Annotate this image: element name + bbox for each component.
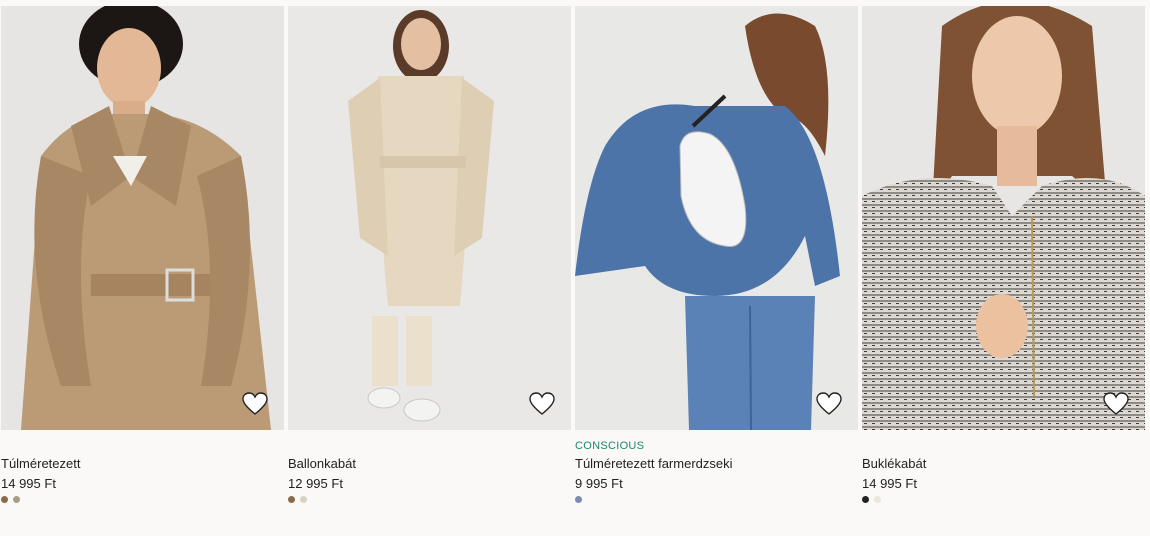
product-price: 12 995 Ft (288, 476, 343, 491)
product-card[interactable]: Túlméretezett 14 995 Ft (1, 6, 284, 530)
product-info: CONSCIOUS Túlméretezett farmerdzseki 9 9… (575, 430, 858, 530)
product-card[interactable]: Ballonkabát 12 995 Ft (288, 6, 571, 530)
color-swatch[interactable] (1, 496, 8, 503)
product-price: 14 995 Ft (1, 476, 56, 491)
product-name[interactable]: Buklékabát (862, 456, 926, 471)
heart-outline-icon[interactable] (816, 392, 842, 416)
product-info: Ballonkabát 12 995 Ft (288, 430, 571, 530)
color-swatch[interactable] (575, 496, 582, 503)
product-image[interactable] (1, 6, 284, 430)
heart-outline-icon[interactable] (242, 392, 268, 416)
product-badge: CONSCIOUS (575, 440, 645, 452)
product-name[interactable]: Túlméretezett farmerdzseki (575, 456, 733, 471)
color-swatches (1, 496, 20, 503)
heart-outline-icon[interactable] (1103, 392, 1129, 416)
color-swatch[interactable] (288, 496, 295, 503)
color-swatch[interactable] (300, 496, 307, 503)
product-name[interactable]: Túlméretezett (1, 456, 80, 471)
product-info: Túlméretezett 14 995 Ft (1, 430, 284, 530)
color-swatches (575, 496, 582, 503)
product-image[interactable] (575, 6, 858, 430)
product-card[interactable]: CONSCIOUS Túlméretezett farmerdzseki 9 9… (575, 6, 858, 530)
color-swatch[interactable] (874, 496, 881, 503)
color-swatch[interactable] (13, 496, 20, 503)
product-image[interactable] (862, 6, 1145, 430)
product-price: 9 995 Ft (575, 476, 623, 491)
color-swatches (862, 496, 881, 503)
product-image[interactable] (288, 6, 571, 430)
product-price: 14 995 Ft (862, 476, 917, 491)
product-grid: Túlméretezett 14 995 Ft Ballonkabát 12 9… (1, 6, 1145, 530)
heart-outline-icon[interactable] (529, 392, 555, 416)
product-name[interactable]: Ballonkabát (288, 456, 356, 471)
color-swatch[interactable] (862, 496, 869, 503)
product-info: Buklékabát 14 995 Ft (862, 430, 1145, 530)
product-card[interactable]: Buklékabát 14 995 Ft (862, 6, 1145, 530)
color-swatches (288, 496, 307, 503)
